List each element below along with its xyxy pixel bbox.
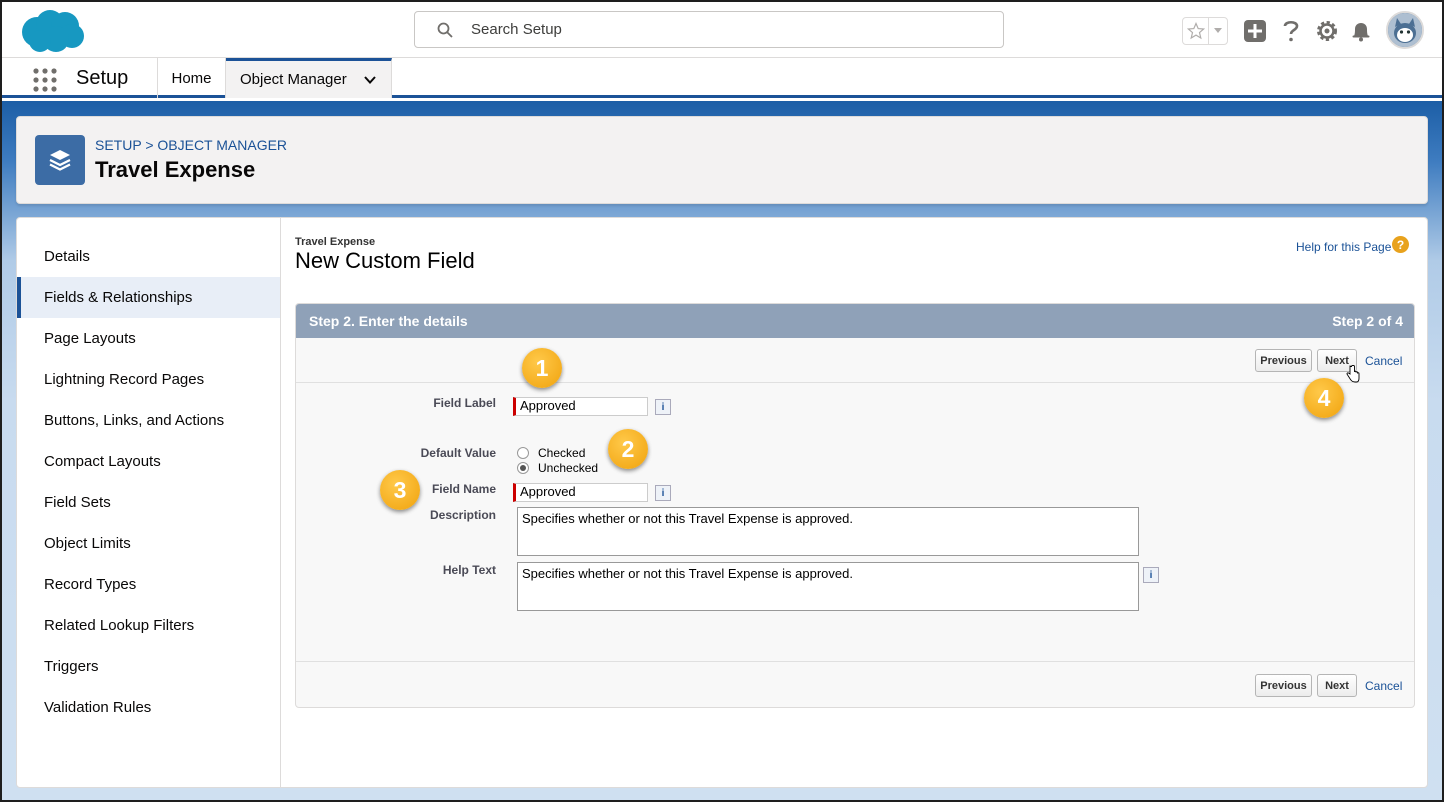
page-title: Travel Expense	[95, 157, 256, 182]
description-textarea[interactable]: Specifies whether or not this Travel Exp…	[517, 507, 1139, 556]
callout-4: 4	[1304, 378, 1344, 418]
object-page-header: SETUP > OBJECT MANAGER Travel Expense	[16, 116, 1428, 204]
search-box[interactable]	[414, 11, 1004, 48]
object-icon	[35, 135, 85, 185]
sidebar-item-triggers[interactable]: Triggers	[17, 646, 280, 687]
cancel-link-top[interactable]: Cancel	[1365, 354, 1402, 368]
cancel-link-bottom[interactable]: Cancel	[1365, 679, 1402, 693]
star-icon	[1186, 22, 1205, 40]
field-name-input[interactable]: Approved	[513, 483, 648, 502]
main-panel: Details Fields & Relationships Page Layo…	[16, 217, 1428, 788]
description-label: Description	[429, 508, 496, 522]
field-name-label: Field Name	[431, 482, 496, 496]
tab-object-manager[interactable]: Object Manager	[226, 58, 392, 98]
hand-cursor-icon	[1346, 365, 1360, 383]
chevron-down-icon	[1214, 28, 1223, 33]
user-avatar-icon	[1388, 13, 1422, 47]
tab-object-manager-label: Object Manager	[240, 71, 347, 88]
sidebar-item-field-sets[interactable]: Field Sets	[17, 482, 280, 523]
global-header	[2, 2, 1442, 58]
help-icon[interactable]: ?	[1392, 236, 1409, 253]
object-sidebar: Details Fields & Relationships Page Layo…	[17, 218, 281, 787]
unchecked-radio[interactable]	[517, 462, 529, 474]
top-button-row: Previous Next Cancel	[296, 338, 1414, 383]
checked-radio-label: Checked	[538, 446, 586, 460]
unchecked-radio-label: Unchecked	[538, 461, 599, 475]
question-icon	[1283, 20, 1299, 42]
global-actions-button[interactable]	[1242, 18, 1268, 44]
previous-button-top[interactable]: Previous	[1255, 349, 1312, 372]
field-name-info-icon[interactable]: i	[655, 485, 671, 501]
setup-button[interactable]	[1314, 18, 1340, 44]
gear-icon	[1317, 21, 1337, 41]
previous-button-bottom[interactable]: Previous	[1255, 674, 1312, 697]
content-area: Travel Expense New Custom Field Help for…	[281, 218, 1427, 787]
step-count: Step 2 of 4	[1332, 313, 1403, 329]
app-launcher-icon[interactable]	[32, 67, 58, 93]
help-button[interactable]	[1278, 18, 1304, 44]
search-icon	[437, 22, 453, 38]
plus-icon	[1244, 20, 1266, 42]
sidebar-item-validation-rules[interactable]: Validation Rules	[17, 687, 280, 728]
help-text-textarea[interactable]: Specifies whether or not this Travel Exp…	[517, 562, 1139, 611]
breadcrumb[interactable]: SETUP > OBJECT MANAGER	[95, 137, 287, 153]
callout-1: 1	[522, 348, 562, 388]
step-title: Step 2. Enter the details	[309, 313, 468, 329]
search-input[interactable]	[471, 12, 991, 47]
sidebar-item-details[interactable]: Details	[17, 236, 280, 277]
content-title: New Custom Field	[295, 248, 475, 273]
field-label-label: Field Label	[433, 396, 496, 410]
object-label: Travel Expense	[295, 236, 376, 248]
step-header: Step 2. Enter the details Step 2 of 4	[296, 304, 1414, 338]
favorites-group	[1182, 17, 1228, 45]
checked-radio[interactable]	[517, 447, 529, 459]
sidebar-item-compact-layouts[interactable]: Compact Layouts	[17, 441, 280, 482]
help-for-page-link[interactable]: Help for this Page	[1296, 240, 1391, 254]
sidebar-item-fields-relationships[interactable]: Fields & Relationships	[17, 277, 280, 318]
layers-icon	[49, 150, 71, 171]
sidebar-item-page-layouts[interactable]: Page Layouts	[17, 318, 280, 359]
favorites-list-button[interactable]	[1209, 18, 1227, 44]
favorites-button[interactable]	[1183, 18, 1210, 44]
callout-3: 3	[380, 470, 420, 510]
app-name: Setup	[76, 67, 129, 89]
callout-2: 2	[608, 429, 648, 469]
bell-icon	[1352, 23, 1370, 42]
notifications-button[interactable]	[1348, 18, 1374, 44]
chevron-down-icon[interactable]	[363, 73, 377, 87]
sidebar-item-related-lookup-filters[interactable]: Related Lookup Filters	[17, 605, 280, 646]
sidebar-item-lightning-record-pages[interactable]: Lightning Record Pages	[17, 359, 280, 400]
field-label-input[interactable]: Approved	[513, 397, 648, 416]
next-button-bottom[interactable]: Next	[1317, 674, 1357, 697]
step-panel: Step 2. Enter the details Step 2 of 4 Pr…	[295, 303, 1415, 708]
sidebar-item-object-limits[interactable]: Object Limits	[17, 523, 280, 564]
sidebar-item-buttons-links-actions[interactable]: Buttons, Links, and Actions	[17, 400, 280, 441]
navigation-bar: Setup Home Object Manager	[2, 58, 1442, 98]
help-text-label: Help Text	[442, 563, 496, 577]
tab-home[interactable]: Home	[158, 58, 226, 98]
app-frame: Setup Home Object Manager SETUP > OBJECT…	[2, 2, 1442, 800]
help-text-info-icon[interactable]: i	[1143, 567, 1159, 583]
bottom-button-row: Previous Next Cancel	[296, 661, 1414, 707]
sidebar-item-record-types[interactable]: Record Types	[17, 564, 280, 605]
default-value-label: Default Value	[420, 446, 496, 460]
field-label-info-icon[interactable]: i	[655, 399, 671, 415]
salesforce-logo[interactable]	[18, 8, 86, 54]
avatar[interactable]	[1386, 11, 1424, 49]
